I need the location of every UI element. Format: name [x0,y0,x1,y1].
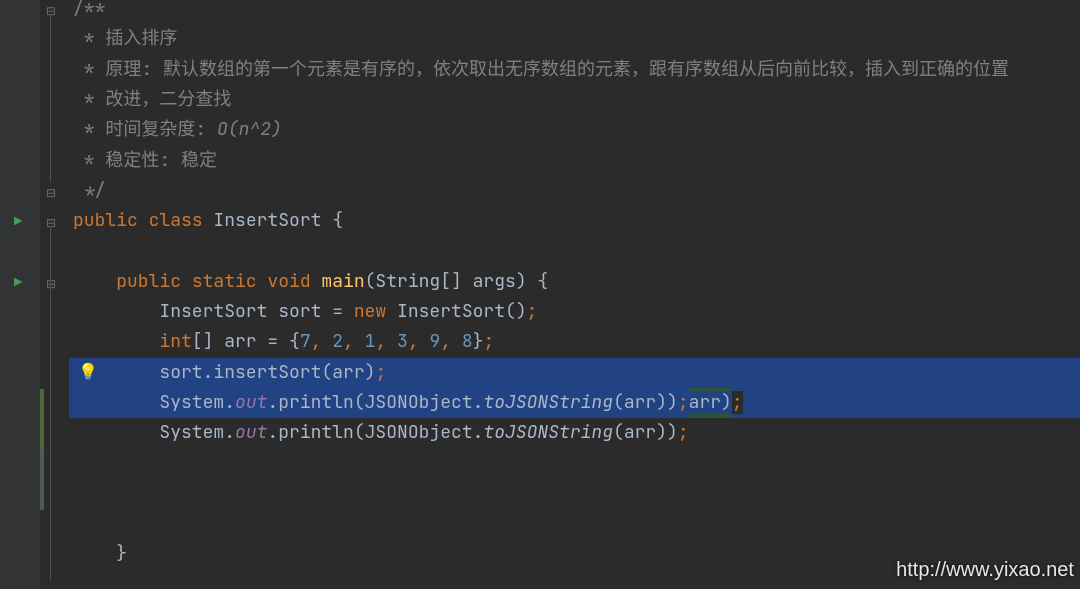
brace: { [332,209,343,232]
keyword: class [149,209,214,232]
code-line: public class InsertSort { [69,206,1080,236]
comma: , [408,330,430,353]
identifier: arr [332,361,364,384]
field: out [235,421,267,444]
code-text: [] arr = { [192,330,300,353]
semicolon: ; [678,421,689,444]
code-line-selected: System.out.println(JSONObject.toJSONStri… [69,388,1080,418]
signature: (String[] args) { [365,270,549,293]
fold-guide [50,14,51,182]
static-method: toJSONString [483,421,613,444]
code-line: public static void main(String[] args) { [69,267,1080,297]
semicolon: ; [484,330,495,353]
fold-toggle-icon[interactable]: ⊟ [46,0,56,26]
comma: , [311,330,333,353]
comment: */ [73,179,105,202]
fold-guide [50,226,51,581]
code-line: * 原理: 默认数组的第一个元素是有序的，依次取出无序数组的元素，跟有序数组从后… [69,55,1080,85]
semicolon: ; [732,391,743,414]
brace: } [473,330,484,353]
comment: * 原理: 默认数组的第一个元素是有序的，依次取出无序数组的元素，跟有序数组从后… [73,58,1009,81]
number: 8 [462,330,473,353]
comma: , [440,330,462,353]
comma: , [343,330,365,353]
comment: * 改进，二分查找 [73,88,231,111]
code-line: System.out.println(JSONObject.toJSONStri… [69,418,1080,448]
fold-toggle-icon[interactable]: ⊟ [46,178,56,208]
code-text: System. [159,391,235,414]
code-text: System. [159,421,235,444]
code-text: InsertSort sort = [159,300,353,323]
method-name: main [321,270,364,293]
code-editor[interactable]: ▶ ▶ 💡 ⊟ ⊟ ⊟ ⊟ /** * 插入排序 * 原理: 默认数组的第一个元… [0,0,1080,589]
field: out [235,391,267,414]
comma: , [375,330,397,353]
semicolon: ; [527,300,538,323]
code-text: .println(JSONObject. [267,391,483,414]
number: 9 [430,330,441,353]
comment: * 时间复杂度: O(n^2) [73,118,282,141]
code-line: * 稳定性: 稳定 [69,146,1080,176]
keyword: void [267,270,321,293]
lightbulb-icon[interactable]: 💡 [78,357,98,387]
duplicate-highlight: arr) [689,388,732,418]
code-text: (arr)) [613,421,678,444]
class-name: InsertSort [213,209,332,232]
vcs-change-marker [40,389,44,450]
code-line: * 改进，二分查找 [69,85,1080,115]
fold-toggle-icon[interactable]: ⊟ [46,269,56,299]
gutter: ▶ ▶ [0,0,40,589]
code-line: */ [69,176,1080,206]
keyword: int [159,330,191,353]
comment: * 插入排序 [73,27,177,50]
static-method: toJSONString [483,391,613,414]
keyword: static [192,270,268,293]
code-area[interactable]: /** * 插入排序 * 原理: 默认数组的第一个元素是有序的，依次取出无序数组… [69,0,1080,589]
code-line: * 插入排序 [69,24,1080,54]
semicolon: ; [678,391,689,414]
number: 3 [397,330,408,353]
fold-column: ⊟ ⊟ ⊟ ⊟ [40,0,69,589]
code-line: /** [69,0,1080,24]
brace: } [116,542,127,565]
code-line: int[] arr = {7, 2, 1, 3, 9, 8}; [69,327,1080,357]
comment: /** [73,0,105,20]
keyword: public [116,270,192,293]
fold-toggle-icon[interactable]: ⊟ [46,208,56,238]
keyword: public [73,209,149,232]
run-icon[interactable]: ▶ [14,207,22,237]
watermark: http://www.yixao.net [896,555,1074,585]
semicolon: ; [375,361,386,384]
run-icon[interactable]: ▶ [14,268,22,298]
number: 1 [365,330,376,353]
code-line: InsertSort sort = new InsertSort(); [69,297,1080,327]
code-text: .println(JSONObject. [267,421,483,444]
keyword: new [354,300,397,323]
code-line: * 时间复杂度: O(n^2) [69,115,1080,145]
paren: ) [365,361,376,384]
code-text: sort.insertSort( [159,361,332,384]
code-text: InsertSort() [397,300,527,323]
number: 2 [332,330,343,353]
code-line-selected: sort.insertSort(arr); [69,358,1080,388]
comment: * 稳定性: 稳定 [73,149,217,172]
code-text: (arr)) [613,391,678,414]
vcs-change-marker [40,449,44,510]
number: 7 [300,330,311,353]
